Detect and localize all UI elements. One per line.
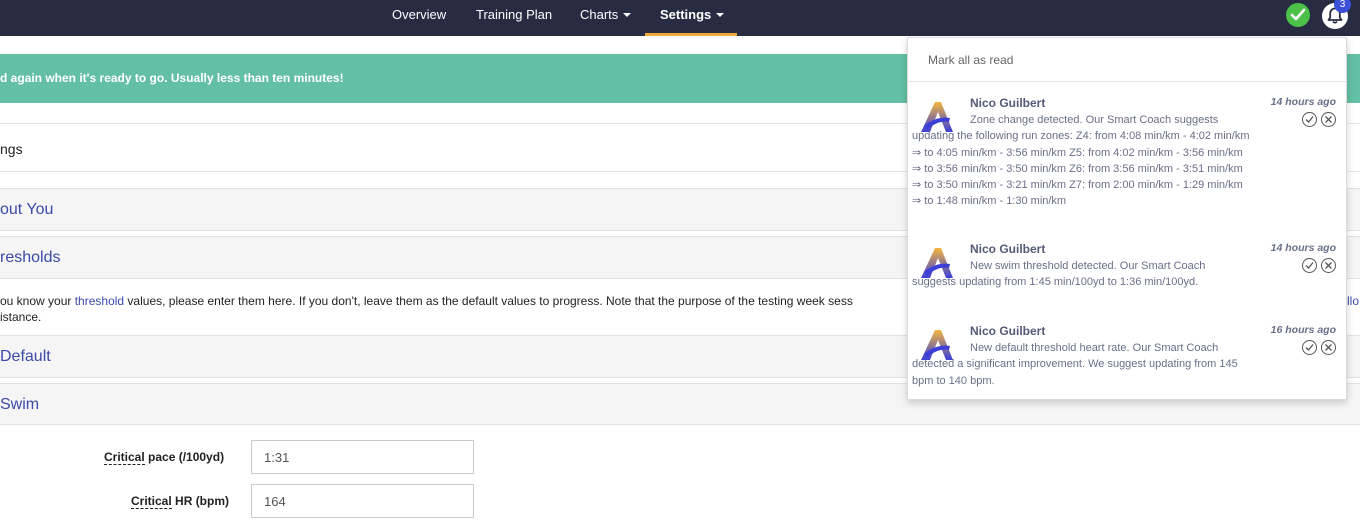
- top-navbar: Overview Training Plan Charts Settings 3: [0, 0, 1360, 36]
- divider: [908, 81, 1346, 82]
- section-default-title: Default: [0, 348, 51, 365]
- critical-hr-input[interactable]: [251, 484, 474, 518]
- caret-down-icon: [716, 12, 725, 17]
- active-tab-indicator: [645, 33, 737, 36]
- nav-settings-label: Settings: [660, 7, 712, 22]
- page-title: ngs: [0, 141, 23, 157]
- section-swim-title: Swim: [0, 396, 40, 413]
- status-check-icon[interactable]: [1286, 3, 1310, 27]
- nav-training-plan[interactable]: Training Plan: [476, 0, 552, 36]
- nav-overview[interactable]: Overview: [392, 0, 446, 36]
- notification-count-badge: 3: [1334, 0, 1351, 13]
- nav-settings[interactable]: Settings: [660, 0, 725, 36]
- mark-all-read-link[interactable]: Mark all as read: [928, 53, 1013, 67]
- mark-read-check-icon[interactable]: [1302, 258, 1317, 273]
- dismiss-x-icon[interactable]: [1321, 112, 1336, 127]
- threshold-link[interactable]: threshold: [75, 294, 124, 308]
- dismiss-x-icon[interactable]: [1321, 258, 1336, 273]
- critical-pace-label: Critical pace (/100yd): [104, 450, 225, 465]
- thresholds-text-start: ou know your: [0, 294, 75, 308]
- notification-actions: [1298, 340, 1336, 360]
- thresholds-text-line2: istance.: [0, 309, 42, 324]
- dismiss-x-icon[interactable]: [1321, 340, 1336, 355]
- notification-sender: Nico Guilbert: [970, 96, 1046, 110]
- notification-sender: Nico Guilbert: [970, 324, 1046, 338]
- notification-actions: [1298, 258, 1336, 278]
- notification-time: 16 hours ago: [1270, 324, 1336, 336]
- thresholds-text-tail-link[interactable]: llo: [1347, 294, 1359, 308]
- notification-message: New default threshold heart rate. Our Sm…: [912, 342, 1238, 387]
- nav-charts-label: Charts: [580, 7, 619, 22]
- critical-hr-label: Critical HR (bpm): [131, 494, 230, 509]
- notification-message: New swim threshold detected. Our Smart C…: [912, 260, 1206, 289]
- mark-read-check-icon[interactable]: [1302, 112, 1317, 127]
- notification-time: 14 hours ago: [1270, 242, 1336, 254]
- critical-term[interactable]: Critical: [131, 494, 172, 509]
- mark-read-check-icon[interactable]: [1302, 340, 1317, 355]
- notification-sender: Nico Guilbert: [970, 242, 1046, 256]
- notification-actions: [1298, 112, 1336, 132]
- notifications-dropdown: Mark all as read Nico Guilbert 14 hours …: [907, 37, 1347, 400]
- section-about-you-title: out You: [0, 201, 54, 218]
- critical-pace-label-rest: pace (/100yd): [144, 450, 225, 464]
- nav-charts[interactable]: Charts: [580, 0, 632, 36]
- critical-hr-label-rest: HR (bpm): [171, 494, 230, 508]
- thresholds-text-rest: values, please enter them here. If you d…: [124, 294, 853, 308]
- caret-down-icon: [623, 12, 632, 17]
- notification-time: 14 hours ago: [1270, 96, 1336, 108]
- notification-message: Zone change detected. Our Smart Coach su…: [912, 114, 1250, 208]
- critical-pace-input[interactable]: [251, 440, 474, 474]
- critical-term[interactable]: Critical: [104, 450, 145, 465]
- section-thresholds-title: resholds: [0, 249, 61, 266]
